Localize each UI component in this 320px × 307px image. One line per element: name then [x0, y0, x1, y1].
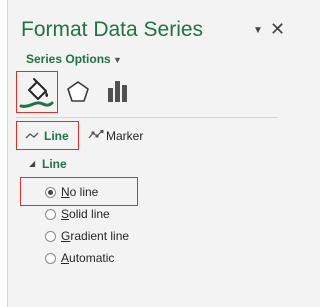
- fill-and-line-icon: [19, 78, 54, 108]
- fill-and-line-button[interactable]: [16, 71, 58, 113]
- radio-label: No line: [61, 185, 99, 199]
- effects-pentagon-icon: [67, 81, 89, 102]
- collapse-triangle-icon[interactable]: ◢: [29, 159, 35, 168]
- tab-marker-label: Marker: [106, 129, 144, 143]
- radio-button[interactable]: [45, 209, 56, 220]
- series-options-dropdown[interactable]: Series Options: [26, 52, 111, 66]
- series-options-button[interactable]: [103, 74, 135, 110]
- radio-button[interactable]: [45, 253, 56, 264]
- radio-label: Solid line: [61, 207, 110, 221]
- caret-down-icon[interactable]: ▼: [253, 25, 263, 36]
- radio-button[interactable]: [45, 231, 56, 242]
- effects-button[interactable]: [62, 74, 94, 110]
- pane-left-edge: [0, 0, 8, 307]
- marker-icon: [88, 130, 104, 139]
- pane-title: Format Data Series: [21, 18, 204, 41]
- close-icon[interactable]: ✕: [270, 19, 285, 39]
- tab-marker[interactable]: Marker: [87, 121, 157, 150]
- line-icon: [25, 132, 39, 139]
- radio-label: Automatic: [61, 251, 115, 265]
- radio-button[interactable]: [45, 187, 56, 198]
- caret-down-icon[interactable]: ▼: [113, 55, 122, 65]
- tab-line-label: Line: [44, 129, 69, 143]
- radio-label: Gradient line: [61, 229, 130, 243]
- tab-line[interactable]: Line: [16, 121, 79, 150]
- tabs-divider: [16, 117, 278, 118]
- series-options-bars-icon: [108, 81, 127, 102]
- section-line-header[interactable]: Line: [42, 157, 67, 171]
